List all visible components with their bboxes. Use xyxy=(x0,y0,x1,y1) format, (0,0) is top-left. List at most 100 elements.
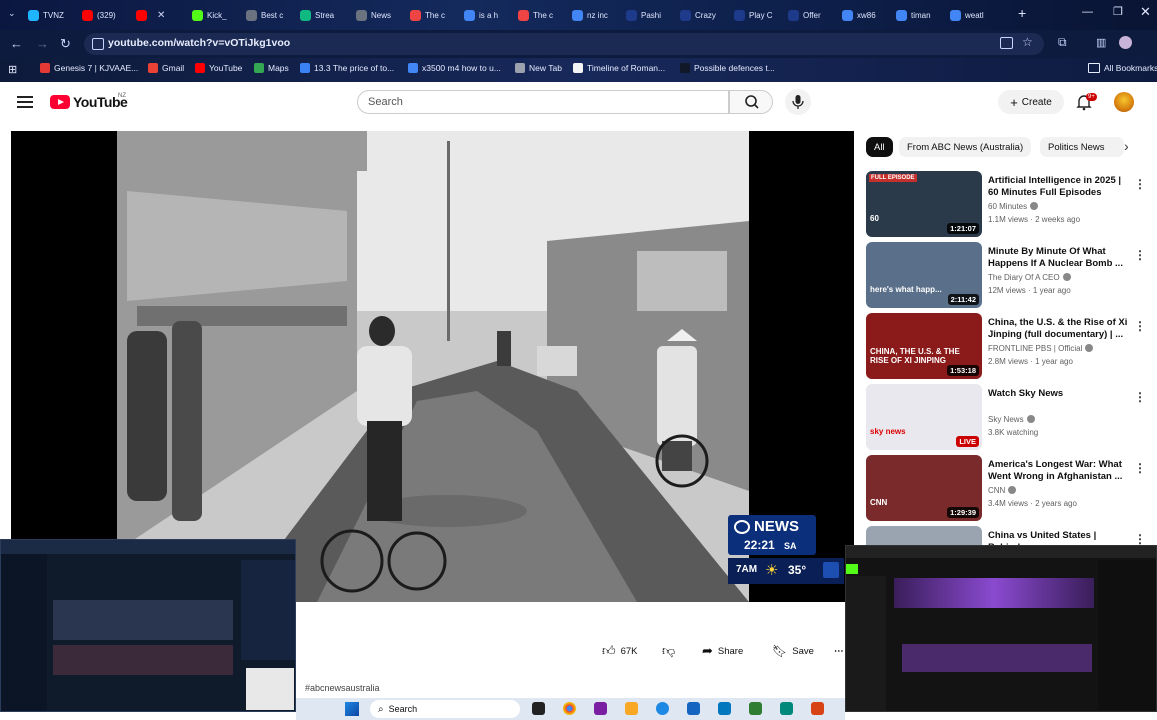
close-tab-icon[interactable]: ✕ xyxy=(157,10,165,21)
video-hashtag[interactable]: #abcnewsaustralia xyxy=(305,683,380,693)
chrome-icon[interactable] xyxy=(563,702,576,715)
edge-icon[interactable] xyxy=(656,702,669,715)
video-thumbnail[interactable]: CNN 1:29:39 xyxy=(866,455,982,521)
video-title[interactable]: Watch Sky News xyxy=(988,388,1128,400)
browser-tab[interactable]: Best c xyxy=(246,4,298,26)
browser-tab[interactable]: Play C xyxy=(734,4,786,26)
video-thumbnail[interactable]: sky news LIVE xyxy=(866,384,982,450)
search-button[interactable] xyxy=(729,90,773,114)
video-title[interactable]: Minute By Minute Of What Happens If A Nu… xyxy=(988,246,1128,270)
chip-from-abc-news[interactable]: From ABC News (Australia) xyxy=(899,137,1032,157)
app-icon-blue[interactable] xyxy=(687,702,700,715)
search-input[interactable]: Search xyxy=(357,90,729,114)
save-button[interactable]: 🔖︎ Save xyxy=(772,640,814,662)
bookmark-item[interactable]: Gmail xyxy=(148,63,184,73)
browser-tab[interactable]: Kick_ xyxy=(192,4,244,26)
browser-tab[interactable]: Offer xyxy=(788,4,840,26)
sidebar-icon[interactable]: ▥ xyxy=(1096,36,1106,49)
voice-search-button[interactable] xyxy=(785,89,811,115)
bookmark-item[interactable]: x3500 m4 how to u... xyxy=(408,63,501,73)
recommended-video[interactable]: sky news LIVE Watch Sky News Sky News 3.8K w… xyxy=(866,384,1156,450)
recommended-video[interactable]: here's what happ... 2:11:42 Minute By Minu… xyxy=(866,242,1156,308)
browser-tab[interactable]: (329) xyxy=(82,4,134,26)
browser-tab[interactable]: is a h xyxy=(464,4,516,26)
app-icon-purple[interactable] xyxy=(594,702,607,715)
chevron-right-icon[interactable]: › xyxy=(1124,138,1129,154)
close-window-button[interactable]: ✕ xyxy=(1140,4,1151,20)
all-bookmarks-link[interactable]: All Bookmarks xyxy=(1088,63,1157,73)
chip-all[interactable]: All xyxy=(866,137,893,157)
channel-name[interactable]: The Diary Of A CEO xyxy=(988,273,1071,282)
more-actions-button[interactable]: ⋯ xyxy=(834,640,844,662)
bookmark-item[interactable]: Genesis 7 | KJVAAE... xyxy=(40,63,138,73)
menu-icon[interactable] xyxy=(17,96,33,108)
browser-tab[interactable]: The c xyxy=(518,4,570,26)
channel-name[interactable]: 60 Minutes xyxy=(988,202,1039,211)
install-app-icon[interactable] xyxy=(1000,37,1013,49)
channel-name[interactable]: FRONTLINE PBS | Official xyxy=(988,344,1094,353)
channel-name[interactable]: CNN xyxy=(988,486,1017,495)
like-button[interactable]: 👍︎ 67K xyxy=(602,640,638,662)
tab-list-icon[interactable]: ⌄ xyxy=(8,8,16,19)
browser-tab[interactable]: ✕ xyxy=(136,4,188,26)
channel-name[interactable]: Sky News xyxy=(988,415,1035,424)
maximize-button[interactable]: ❐ xyxy=(1113,5,1123,18)
task-view-icon[interactable] xyxy=(532,702,545,715)
more-options-icon[interactable]: ⋮ xyxy=(1134,461,1146,475)
more-options-icon[interactable]: ⋮ xyxy=(1134,177,1146,191)
dislike-button[interactable]: 👎︎ xyxy=(662,640,675,662)
back-button[interactable]: ← xyxy=(10,36,23,51)
bookmark-item[interactable]: Timeline of Roman... xyxy=(573,63,665,73)
video-title[interactable]: America's Longest War: What Went Wrong i… xyxy=(988,459,1128,483)
account-avatar[interactable] xyxy=(1114,92,1134,112)
video-title[interactable]: China, the U.S. & the Rise of Xi Jinping… xyxy=(988,317,1128,341)
video-thumbnail[interactable]: here's what happ... 2:11:42 xyxy=(866,242,982,308)
site-info-icon[interactable] xyxy=(92,38,104,50)
new-tab-button[interactable]: + xyxy=(1018,5,1026,21)
bookmark-item[interactable]: Possible defences t... xyxy=(680,63,775,73)
apps-grid-icon[interactable]: ⊞ xyxy=(8,63,17,76)
video-thumbnail[interactable] xyxy=(866,526,982,545)
app-icon-store[interactable] xyxy=(718,702,731,715)
recommended-video[interactable]: China vs United States | Behind ⋮ xyxy=(866,526,1156,545)
youtube-logo-icon[interactable] xyxy=(50,95,70,109)
video-title[interactable]: China vs United States | Behind xyxy=(988,530,1128,545)
more-options-icon[interactable]: ⋮ xyxy=(1134,532,1146,545)
browser-tab[interactable]: The c xyxy=(410,4,462,26)
browser-tab[interactable]: Crazy xyxy=(680,4,732,26)
recommended-video[interactable]: 60 FULL EPISODE 1:21:07 Artificial Intellig… xyxy=(866,171,1156,237)
video-frame[interactable] xyxy=(117,131,749,602)
share-button[interactable]: ➦ Share xyxy=(702,640,743,662)
taskbar-search[interactable]: ⌕ Search xyxy=(370,700,520,718)
browser-tab[interactable]: Strea xyxy=(300,4,352,26)
windows-start-icon[interactable] xyxy=(345,702,359,716)
app-icon-red[interactable] xyxy=(811,702,824,715)
profile-icon[interactable] xyxy=(1119,36,1132,49)
recommended-video[interactable]: CNN 1:29:39 America's Longest War: What We… xyxy=(866,455,1156,521)
bookmark-item[interactable]: YouTube xyxy=(195,63,242,73)
url-text[interactable]: youtube.com/watch?v=vOTiJkg1voo xyxy=(108,37,290,49)
extensions-icon[interactable]: ⧉ xyxy=(1058,35,1067,50)
reload-button[interactable]: ↻ xyxy=(60,36,71,52)
video-title[interactable]: Artificial Intelligence in 2025 | 60 Min… xyxy=(988,175,1128,199)
browser-tab[interactable]: xw86 xyxy=(842,4,894,26)
app-icon-green[interactable] xyxy=(749,702,762,715)
bookmark-item[interactable]: New Tab xyxy=(515,63,562,73)
more-options-icon[interactable]: ⋮ xyxy=(1134,390,1146,404)
bookmark-star-icon[interactable]: ☆ xyxy=(1022,35,1033,49)
bookmark-item[interactable]: Maps xyxy=(254,63,289,73)
browser-tab[interactable]: nz inc xyxy=(572,4,624,26)
video-thumbnail[interactable]: 60 FULL EPISODE 1:21:07 xyxy=(866,171,982,237)
forward-button[interactable]: → xyxy=(36,36,49,51)
browser-tab[interactable]: weatl xyxy=(950,4,1002,26)
chip-politics-news[interactable]: Politics News xyxy=(1040,137,1124,157)
recommended-video[interactable]: CHINA, THE U.S. & THE RISE OF XI JINPING… xyxy=(866,313,1156,379)
browser-tab[interactable]: TVNZ xyxy=(28,4,80,26)
video-thumbnail[interactable]: CHINA, THE U.S. & THE RISE OF XI JINPING… xyxy=(866,313,982,379)
create-button[interactable]: + Create xyxy=(998,90,1064,114)
bookmark-item[interactable]: 13.3 The price of to... xyxy=(300,63,394,73)
more-options-icon[interactable]: ⋮ xyxy=(1134,248,1146,262)
browser-tab[interactable]: Pashi xyxy=(626,4,678,26)
minimize-button[interactable]: — xyxy=(1082,6,1093,18)
browser-tab[interactable]: timan xyxy=(896,4,948,26)
